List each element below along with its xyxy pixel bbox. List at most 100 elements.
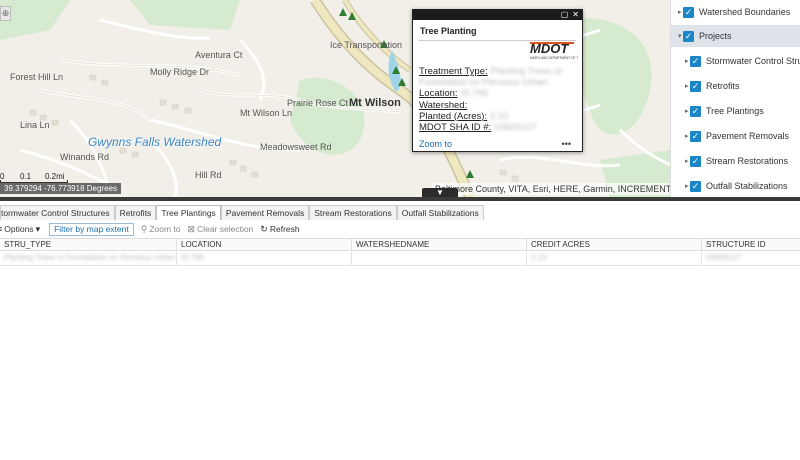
layer-item-tree-plantings[interactable]: ▸ ✓ Tree Plantings <box>671 100 800 122</box>
zoom-icon: ⊕ <box>1 8 10 18</box>
map-label: Molly Ridge Dr <box>150 67 210 77</box>
column-header[interactable]: CREDIT ACRES <box>527 239 702 250</box>
checkbox-icon[interactable]: ✓ <box>690 105 701 117</box>
checkbox-icon[interactable]: ✓ <box>690 55 701 67</box>
collapse-table-handle[interactable]: ▼ <box>422 188 458 197</box>
layer-item-retrofits[interactable]: ▸ ✓ Retrofits <box>671 75 800 97</box>
clear-selection-button[interactable]: ⊠ Clear selection <box>188 224 254 235</box>
tab-retrofits[interactable]: Retrofits <box>114 205 157 220</box>
map-attribution: Baltimore County, VITA, Esri, HERE, Garm… <box>432 183 670 195</box>
close-icon[interactable]: ✕ <box>572 11 579 19</box>
map-label: Winands Rd <box>60 152 110 162</box>
map-label: Hill Rd <box>195 170 222 180</box>
clear-selection-label: Clear selection <box>197 224 254 234</box>
popup-footer: Zoom to ••• <box>419 139 571 149</box>
chevron-right-icon[interactable]: ▸ <box>685 82 689 90</box>
layer-item-outfall-stabilizations[interactable]: ▸ ✓ Outfall Stabilizations <box>671 175 800 197</box>
zoom-to-label: Zoom to <box>149 224 181 234</box>
layer-list: ▸ ✓ Watershed Boundaries ▾ ✓ Projects ▸ … <box>670 0 800 197</box>
map-label: Forest Hill Ln <box>10 72 64 82</box>
table-cell: 2.10 <box>527 252 702 265</box>
map-label: Mt Wilson <box>349 97 401 109</box>
filter-by-extent-button[interactable]: Filter by map extent <box>49 222 134 236</box>
layer-label: Outfall Stabilizations <box>706 181 788 191</box>
table-cell: Planting Trees or Forestation on Perviou… <box>0 252 177 265</box>
chevron-right-icon[interactable]: ▸ <box>685 157 689 165</box>
layer-label: Stormwater Control Structures <box>706 56 800 66</box>
checkbox-icon[interactable]: ✓ <box>683 30 694 42</box>
chevron-right-icon[interactable]: ▸ <box>685 182 689 190</box>
column-header[interactable]: WATERSHEDNAME <box>352 239 527 250</box>
table-tabs: tormwater Control Structures Retrofits T… <box>0 205 484 220</box>
column-header[interactable]: STRU_TYPE <box>0 239 177 250</box>
menu-icon: ≡ <box>0 224 2 234</box>
popup-field: Planted (Acres): 2.10 <box>419 110 509 122</box>
more-options-icon[interactable]: ••• <box>562 139 571 149</box>
layer-item-stormwater[interactable]: ▸ ✓ Stormwater Control Structures <box>671 50 800 72</box>
table-cell: 03600127 <box>706 253 742 262</box>
checkbox-icon[interactable]: ✓ <box>690 80 701 92</box>
table-cell: IS 795 <box>177 252 352 265</box>
layer-item-projects[interactable]: ▾ ✓ Projects <box>671 25 800 47</box>
table-cell <box>352 252 527 265</box>
map-label-watershed: Gwynns Falls Watershed <box>88 135 222 149</box>
options-button[interactable]: ≡ Options ▾ <box>0 224 42 235</box>
map-label: Mt Wilson Ln <box>240 108 293 118</box>
table-header: STRU_TYPE LOCATION WATERSHEDNAME CREDIT … <box>0 238 800 251</box>
checkbox-icon[interactable]: ✓ <box>690 130 701 142</box>
map-label: Prairie Rose Ct <box>287 98 349 108</box>
popup-field: Watershed: <box>419 99 468 111</box>
chevron-right-icon[interactable]: ▸ <box>685 132 689 140</box>
mdot-logo: MDOT MARYLAND DEPARTMENT OF TRANSPORTATI… <box>530 41 578 60</box>
layer-label: Stream Restorations <box>706 156 789 166</box>
layer-item-stream-restorations[interactable]: ▸ ✓ Stream Restorations <box>671 150 800 172</box>
popup-field: MDOT SHA ID #: 03600127 <box>419 122 537 134</box>
column-header[interactable]: STRUCTURE ID <box>702 239 800 250</box>
layer-label: Watershed Boundaries <box>699 7 791 17</box>
tab-pavement-removals[interactable]: Pavement Removals <box>220 205 310 220</box>
layer-item-pavement-removals[interactable]: ▸ ✓ Pavement Removals <box>671 125 800 147</box>
popup-title: Tree Planting <box>420 26 477 36</box>
chevron-right-icon[interactable]: ▸ <box>678 8 682 16</box>
popup-zoom-link[interactable]: Zoom to <box>419 139 452 149</box>
checkbox-icon[interactable]: ✓ <box>690 180 701 192</box>
refresh-button[interactable]: ↻ Refresh <box>260 224 299 235</box>
layer-item-watershed-boundaries[interactable]: ▸ ✓ Watershed Boundaries <box>671 1 800 23</box>
tab-stream-restorations[interactable]: Stream Restorations <box>309 205 397 220</box>
checkbox-icon[interactable]: ✓ <box>683 6 694 18</box>
zoom-control-button[interactable]: ⊕ <box>0 6 11 21</box>
map-label: Aventura Ct <box>195 50 243 60</box>
popup-fields: Treatment Type: Planting Trees or Foresta… <box>419 66 579 133</box>
tab-tree-plantings[interactable]: Tree Plantings <box>156 205 221 220</box>
refresh-label: Refresh <box>269 224 300 234</box>
tab-stormwater-control-structures[interactable]: tormwater Control Structures <box>0 205 115 220</box>
svg-text:MARYLAND DEPARTMENT OF TRANSPO: MARYLAND DEPARTMENT OF TRANSPORTATION <box>530 56 578 60</box>
coordinate-readout: 39.379294 -76.773918 Degrees <box>0 183 121 194</box>
map-label: Lina Ln <box>20 120 50 130</box>
chevron-right-icon[interactable]: ▸ <box>685 107 689 115</box>
popup-field: Treatment Type: Planting Trees or Foresta… <box>419 66 563 89</box>
options-label: Options <box>4 224 34 234</box>
popup-titlebar: ▢ ✕ <box>413 10 582 20</box>
layer-label: Retrofits <box>706 81 740 91</box>
chevron-right-icon[interactable]: ▸ <box>685 57 689 65</box>
checkbox-icon[interactable]: ✓ <box>690 155 701 167</box>
clear-icon: ⊠ <box>187 223 196 234</box>
panel-divider[interactable] <box>0 197 800 201</box>
popup-field: Location: IS 795 <box>419 88 489 100</box>
layer-label: Tree Plantings <box>706 106 764 116</box>
column-header[interactable]: LOCATION <box>177 239 352 250</box>
map-label: Meadowsweet Rd <box>260 142 332 152</box>
attribute-table-panel: tormwater Control Structures Retrofits T… <box>0 197 800 460</box>
map-label: Ice Transportation <box>330 40 403 50</box>
chevron-down-icon[interactable]: ▾ <box>678 32 682 40</box>
table-toolbar: ≡ Options ▾ Filter by map extent ⚲ Zoom … <box>0 222 800 236</box>
zoom-to-button[interactable]: ⚲ Zoom to <box>141 224 181 235</box>
table-row[interactable]: Planting Trees or Forestation on Perviou… <box>0 252 800 266</box>
tab-outfall-stabilizations[interactable]: Outfall Stabilizations <box>396 205 484 220</box>
caret-down-icon: ▾ <box>35 223 41 234</box>
refresh-icon: ↻ <box>260 223 268 234</box>
layer-label: Pavement Removals <box>706 131 790 141</box>
maximize-icon[interactable]: ▢ <box>561 11 569 19</box>
map-pin-icon: ⚲ <box>140 223 148 234</box>
